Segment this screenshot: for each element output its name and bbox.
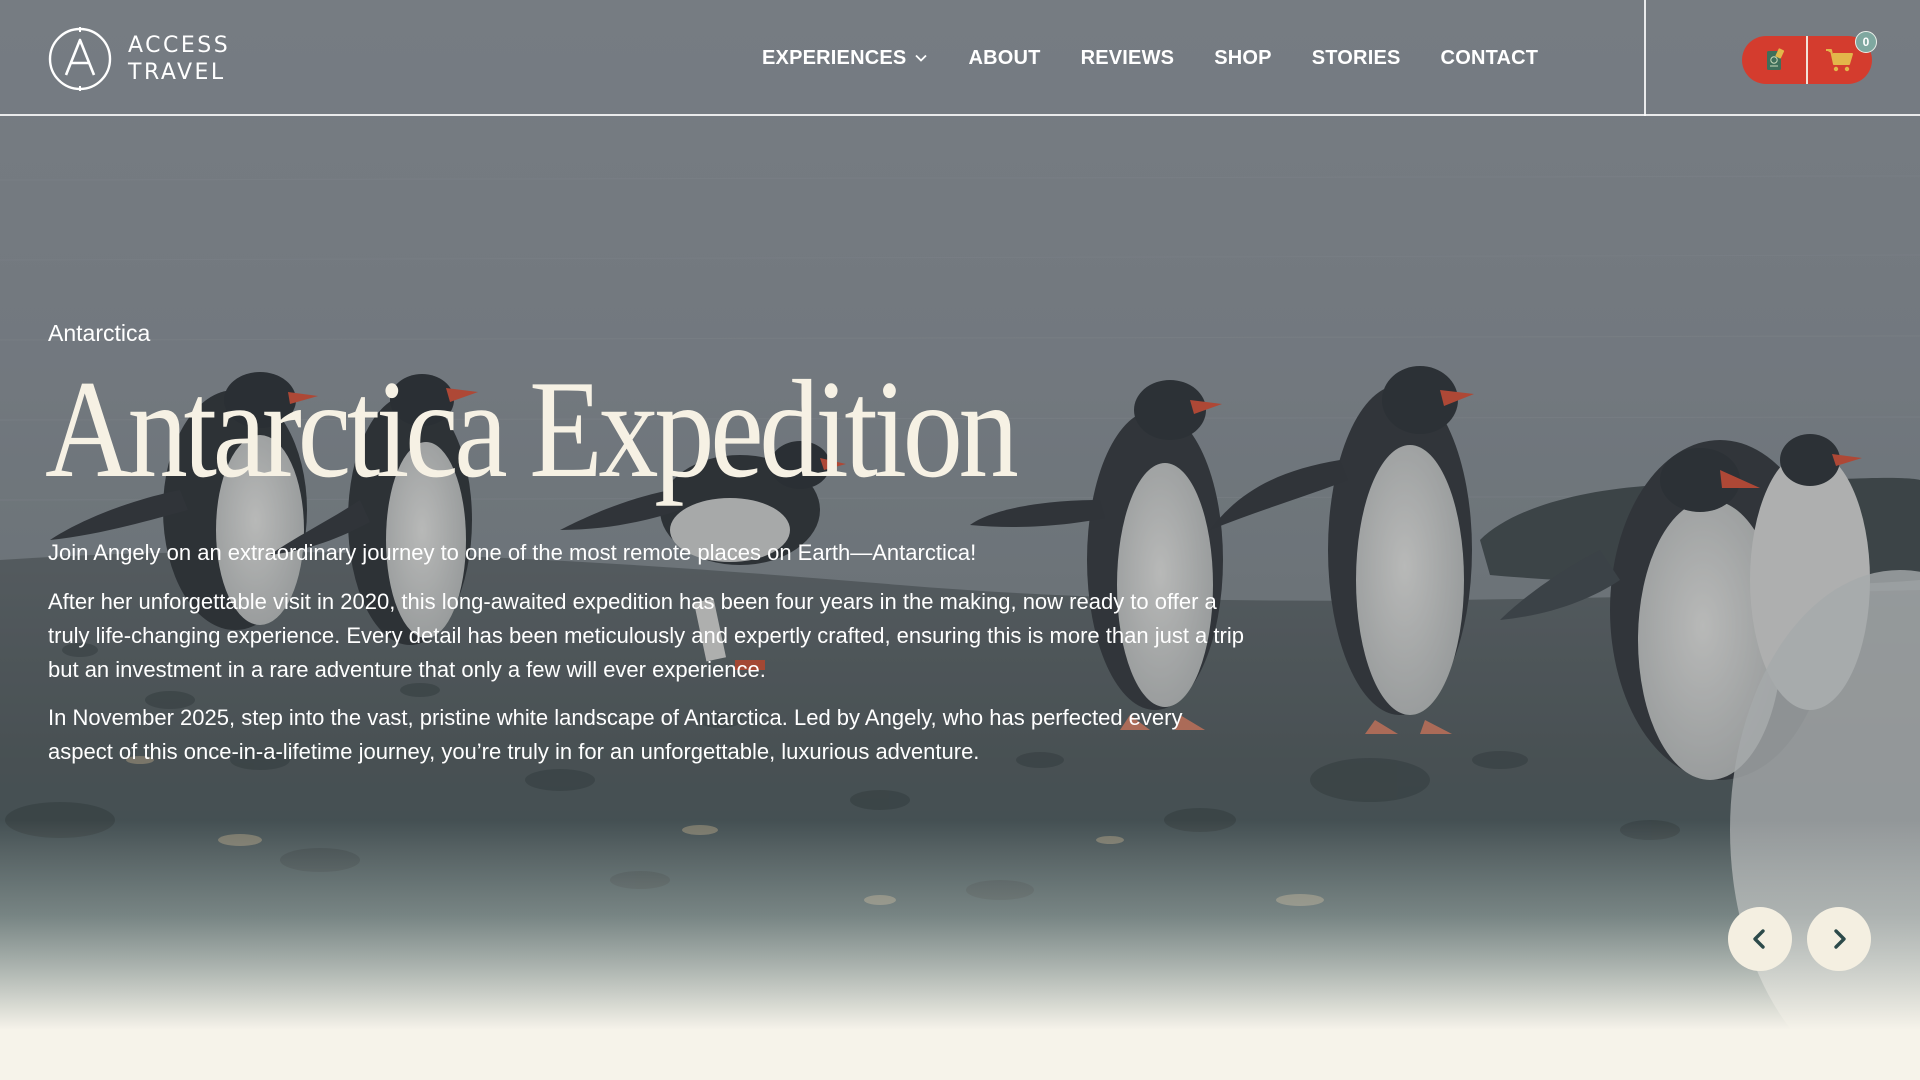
chevron-right-icon: [1834, 929, 1846, 949]
nav-item-contact[interactable]: CONTACT: [1441, 47, 1539, 70]
logo-wordmark: ACCESS TRAVEL: [128, 32, 230, 86]
nav-item-reviews[interactable]: REVIEWS: [1081, 47, 1175, 70]
access-travel-logo-icon: [48, 27, 112, 91]
hero-paragraph-1: Join Angely on an extraordinary journey …: [48, 540, 977, 565]
chevron-left-icon: [1753, 929, 1765, 949]
previous-slide-button[interactable]: [1728, 907, 1792, 971]
passport-button[interactable]: [1742, 36, 1806, 84]
next-slide-button[interactable]: [1807, 907, 1871, 971]
nav-item-label: EXPERIENCES: [762, 46, 907, 69]
penguins-on-shore-photo: [0, 0, 1920, 1030]
header-divider: [1644, 0, 1646, 116]
site-header: ACCESS TRAVEL EXPERIENCES ABOUT REVIEWS …: [0, 0, 1920, 116]
nav-item-about[interactable]: ABOUT: [968, 47, 1040, 70]
nav-item-shop[interactable]: SHOP: [1214, 47, 1271, 70]
nav-item-label: REVIEWS: [1080, 46, 1175, 69]
shopping-cart-icon: [1826, 49, 1853, 72]
hero-paragraph-3: In November 2025, step into the vast, pr…: [48, 705, 1183, 764]
logo-line-2: TRAVEL: [128, 60, 226, 85]
nav-item-experiences[interactable]: EXPERIENCES: [762, 47, 928, 70]
hero-title: Antarctica Expedition: [45, 352, 1019, 507]
nav-item-stories[interactable]: STORIES: [1312, 47, 1401, 70]
nav-item-label: ABOUT: [968, 46, 1041, 69]
nav-item-label: SHOP: [1214, 46, 1272, 69]
passport-icon: [1767, 48, 1785, 70]
hero-background: [0, 0, 1920, 1030]
hero-paragraph-2: After her unforgettable visit in 2020, t…: [48, 589, 1244, 682]
logo-line-1: ACCESS: [128, 33, 231, 58]
nav-item-label: STORIES: [1311, 46, 1401, 69]
cart-count-badge: 0: [1855, 31, 1877, 53]
logo[interactable]: ACCESS TRAVEL: [47, 26, 230, 92]
chevron-down-icon: [915, 54, 928, 62]
main-nav: EXPERIENCES ABOUT REVIEWS SHOP STORIES C…: [762, 0, 1538, 116]
hero-eyebrow: Antarctica: [48, 320, 151, 346]
nav-item-label: CONTACT: [1440, 46, 1539, 69]
header-actions: [1742, 36, 1872, 84]
